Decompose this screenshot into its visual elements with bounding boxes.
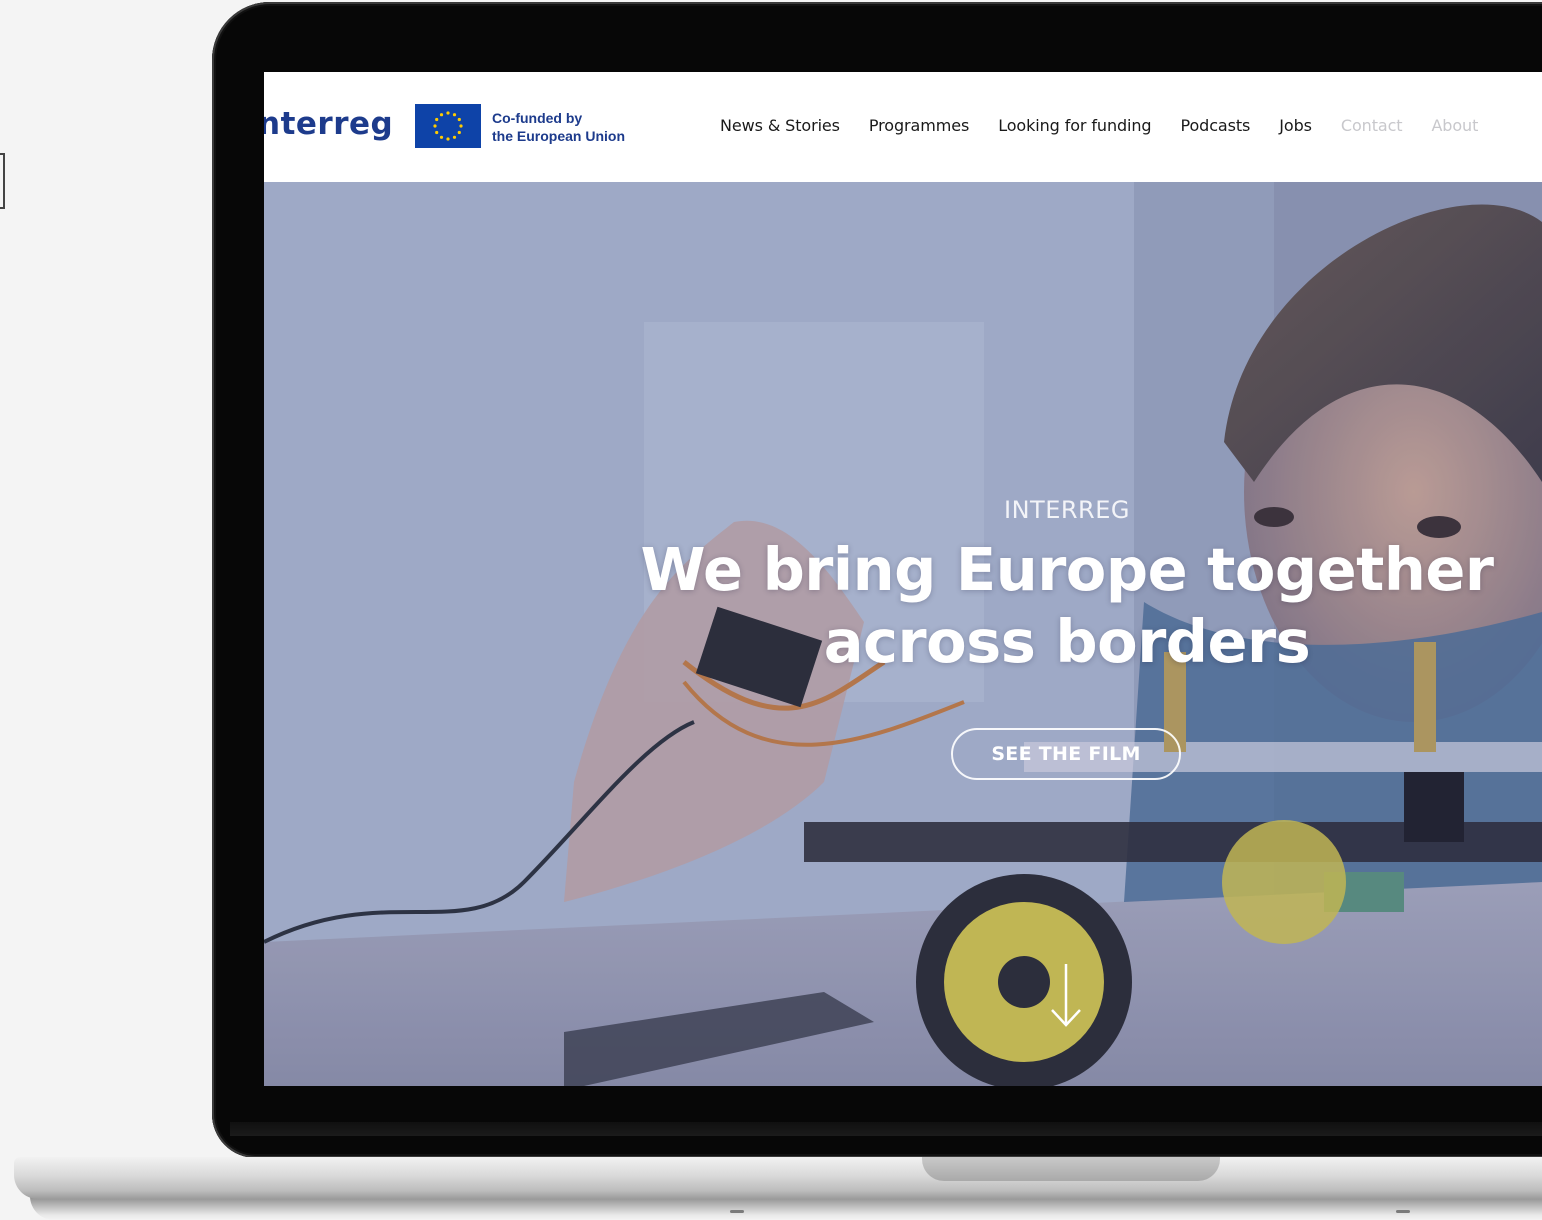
hero-section: INTERREG We bring Europe together across… [264,182,1542,1086]
eu-flag-icon [415,104,481,148]
main-nav: News & Stories Programmes Looking for fu… [720,116,1478,135]
interreg-logo[interactable]: nterreg [264,106,393,142]
laptop-foot [730,1210,744,1213]
laptop-screen: nterreg Co-funded by the European Union … [264,72,1542,1086]
laptop-bezel-lip [230,1122,1542,1136]
edge-bracket-icon [0,153,5,209]
nav-jobs[interactable]: Jobs [1279,116,1312,135]
cofunded-label: Co-funded by the European Union [492,109,625,145]
mockup-stage: nterreg Co-funded by the European Union … [0,0,1542,1220]
laptop-base [14,1157,1542,1199]
arrow-down-icon[interactable] [1048,962,1084,1032]
laptop-foot [1396,1210,1410,1213]
hero-headline-line-2: across borders [823,607,1311,676]
hero-kicker: INTERREG [1004,496,1130,524]
nav-looking-for-funding[interactable]: Looking for funding [998,116,1151,135]
site-header: nterreg Co-funded by the European Union … [264,72,1542,182]
laptop-base-shadow [30,1196,1542,1220]
nav-about[interactable]: About [1431,116,1478,135]
hero-headline-line-1: We bring Europe together [640,535,1494,604]
cofunded-line-1: Co-funded by [492,110,583,126]
nav-news-stories[interactable]: News & Stories [720,116,840,135]
cofunded-line-2: the European Union [492,128,625,144]
nav-programmes[interactable]: Programmes [869,116,969,135]
see-the-film-button[interactable]: SEE THE FILM [951,728,1181,780]
laptop-notch [922,1157,1220,1181]
nav-contact[interactable]: Contact [1341,116,1403,135]
nav-podcasts[interactable]: Podcasts [1181,116,1251,135]
hero-headline: We bring Europe together across borders [264,534,1542,678]
